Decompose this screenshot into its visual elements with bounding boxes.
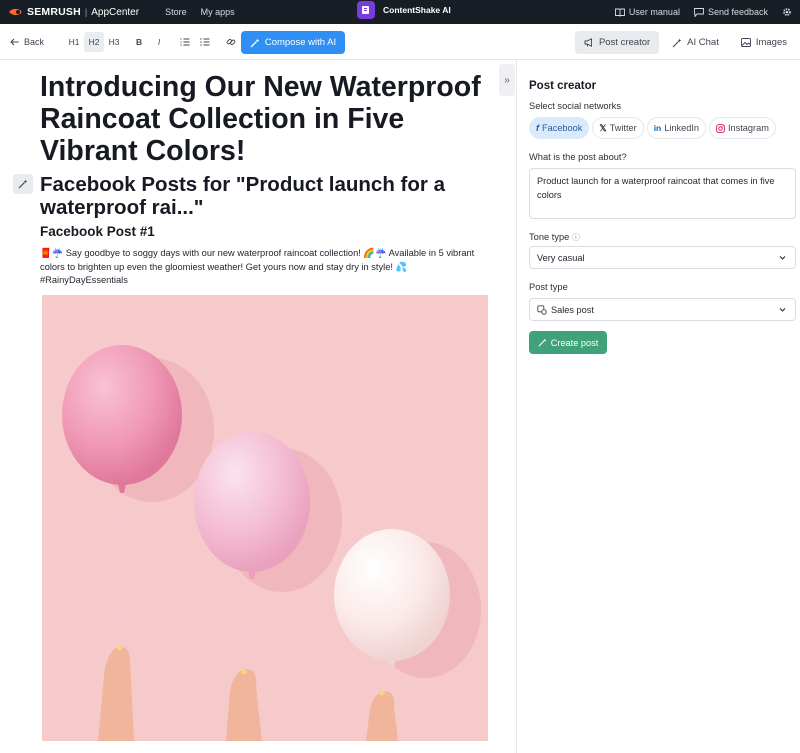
back-button[interactable]: Back [10, 37, 44, 47]
back-label: Back [24, 36, 45, 47]
balloons-image [42, 295, 488, 741]
chevron-down-icon [779, 256, 786, 260]
top-nav: Store My apps [165, 7, 235, 17]
x-twitter-icon: 𝕏 [599, 122, 607, 133]
sales-tag-icon [537, 304, 547, 315]
post-type-select[interactable]: Sales post [529, 298, 796, 321]
megaphone-icon [584, 38, 592, 47]
brand-name: SEMRUSH [27, 6, 81, 18]
document-title[interactable]: Introducing Our New Waterproof Raincoat … [40, 71, 495, 167]
chat-bubble-icon [694, 7, 704, 17]
compose-with-ai-button[interactable]: Compose with AI [241, 31, 345, 54]
post-creator-panel: Post creator Select social networks f Fa… [516, 60, 800, 753]
link-button[interactable] [221, 32, 241, 52]
user-manual-label: User manual [628, 7, 680, 17]
heading-2-button[interactable]: H2 [84, 31, 105, 52]
list-buttons [175, 32, 215, 52]
book-icon [614, 8, 625, 17]
tone-label: Tone type ⓘ [529, 232, 580, 243]
network-linkedin-label: LinkedIn [664, 123, 699, 133]
tab-images[interactable]: Images [732, 31, 796, 54]
network-facebook-label: Facebook [542, 123, 583, 133]
top-right-links: User manual Send feedback [614, 0, 792, 24]
chevrons-right-icon: » [504, 74, 510, 86]
bold-button[interactable]: B [129, 32, 149, 52]
send-feedback-link[interactable]: Send feedback [694, 7, 768, 17]
bullet-list-button[interactable] [195, 32, 215, 52]
tab-post-creator-label: Post creator [598, 37, 651, 48]
heading-3-button[interactable]: H3 [104, 32, 124, 52]
about-label: What is the post about? [529, 152, 627, 162]
brand-app: AppCenter [91, 6, 140, 18]
panel-title: Post creator [529, 80, 597, 92]
network-instagram-label: Instagram [728, 123, 769, 133]
link-icon [226, 38, 236, 45]
create-post-label: Create post [550, 337, 599, 348]
app-switcher[interactable]: ContentShake AI [357, 1, 451, 19]
create-post-button[interactable]: Create post [529, 331, 607, 354]
section-heading[interactable]: Facebook Posts for "Product launch for a… [40, 173, 485, 219]
magic-wand-icon [672, 38, 682, 47]
send-feedback-label: Send feedback [707, 7, 768, 17]
compose-label: Compose with AI [264, 37, 337, 48]
facebook-icon: f [536, 123, 539, 133]
editor-toolbar: Back H1 H2 H3 B I Tx Compose with AI Pos… [0, 24, 800, 60]
post-type-value: Sales post [551, 304, 594, 315]
network-twitter-label: Twitter [609, 123, 637, 133]
nav-my-apps[interactable]: My apps [201, 7, 235, 17]
semrush-flame-icon [9, 8, 22, 16]
post-body[interactable]: 🧧☔ Say goodbye to soggy days with our ne… [40, 247, 490, 288]
post-about-textarea[interactable]: Product launch for a waterproof raincoat… [529, 168, 796, 219]
heading-1-button[interactable]: H1 [64, 32, 84, 52]
app-title: ContentShake AI [383, 5, 451, 15]
user-manual-link[interactable]: User manual [614, 7, 680, 17]
bullet-list-icon [200, 37, 210, 46]
tone-label-text: Tone type [529, 232, 570, 242]
document-editor[interactable]: Introducing Our New Waterproof Raincoat … [0, 60, 497, 753]
side-panel-tabs: Post creator AI Chat Images [574, 31, 796, 54]
ordered-list-icon [180, 37, 190, 46]
magic-wand-icon [250, 38, 260, 47]
tab-images-label: Images [755, 37, 787, 48]
image-icon [740, 38, 751, 47]
linkedin-icon: in [653, 123, 662, 133]
network-linkedin[interactable]: in LinkedIn [646, 117, 706, 139]
network-facebook[interactable]: f Facebook [529, 117, 590, 139]
tone-type-value: Very casual [537, 252, 585, 263]
brand-separator: | [84, 7, 88, 17]
gear-icon[interactable] [782, 7, 792, 17]
tone-type-select[interactable]: Very casual [529, 246, 796, 269]
tab-ai-chat-label: AI Chat [687, 37, 719, 48]
collapse-panel-button[interactable]: » [499, 64, 515, 96]
info-icon: ⓘ [571, 233, 580, 242]
post-heading[interactable]: Facebook Post #1 [40, 224, 155, 239]
contentshake-app-icon [357, 1, 375, 19]
social-network-chips: f Facebook 𝕏 Twitter in LinkedIn Instagr… [529, 117, 776, 139]
network-twitter[interactable]: 𝕏 Twitter [592, 117, 644, 139]
italic-button[interactable]: I [149, 32, 169, 52]
post-type-label: Post type [529, 282, 568, 292]
magic-wand-icon [18, 179, 28, 189]
instagram-icon [716, 123, 725, 133]
tab-post-creator[interactable]: Post creator [574, 31, 660, 54]
heading-buttons: H1 H2 H3 [64, 31, 124, 52]
magic-wand-icon [538, 338, 547, 347]
networks-label: Select social networks [529, 101, 621, 111]
tab-ai-chat[interactable]: AI Chat [663, 31, 728, 54]
arrow-left-icon [10, 38, 19, 45]
format-buttons: B I [129, 32, 169, 52]
nav-store[interactable]: Store [165, 7, 187, 17]
network-instagram[interactable]: Instagram [709, 117, 776, 139]
ai-rewrite-button[interactable] [13, 174, 33, 194]
chevron-down-icon [779, 308, 786, 312]
ordered-list-button[interactable] [175, 32, 195, 52]
semrush-logo[interactable]: SEMRUSH | AppCenter [8, 6, 139, 18]
top-bar: SEMRUSH | AppCenter Store My apps Conten… [0, 0, 800, 24]
